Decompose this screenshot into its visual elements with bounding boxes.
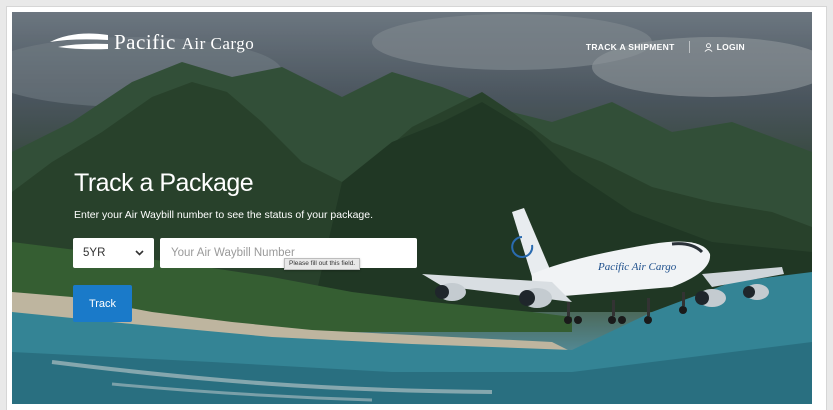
validation-tooltip: Please fill out this field.	[284, 258, 361, 270]
hero-background-image: Pacific Air Cargo	[12, 12, 812, 404]
chevron-down-icon	[135, 250, 144, 256]
user-icon	[704, 42, 713, 52]
top-navigation: TRACK A SHIPMENT LOGIN	[586, 41, 745, 53]
awb-prefix-value: 5YR	[83, 247, 106, 259]
login-link[interactable]: LOGIN	[704, 42, 745, 52]
hero-banner: Pacific Air Cargo Pacific Air Cargo TRAC…	[12, 12, 812, 404]
swoosh-logo-icon	[50, 33, 108, 50]
brand-logo[interactable]: Pacific Air Cargo	[44, 30, 254, 54]
login-label: LOGIN	[716, 42, 745, 52]
track-button[interactable]: Track	[73, 285, 132, 322]
page-title: Track a Package	[74, 169, 254, 197]
brand-name: Pacific Air Cargo	[114, 29, 255, 54]
awb-prefix-select[interactable]: 5YR	[73, 238, 154, 268]
svg-text:Pacific Air Cargo: Pacific Air Cargo	[597, 261, 677, 273]
track-shipment-link[interactable]: TRACK A SHIPMENT	[586, 42, 675, 52]
nav-divider	[688, 41, 690, 53]
page-subtitle: Enter your Air Waybill number to see the…	[74, 209, 374, 221]
